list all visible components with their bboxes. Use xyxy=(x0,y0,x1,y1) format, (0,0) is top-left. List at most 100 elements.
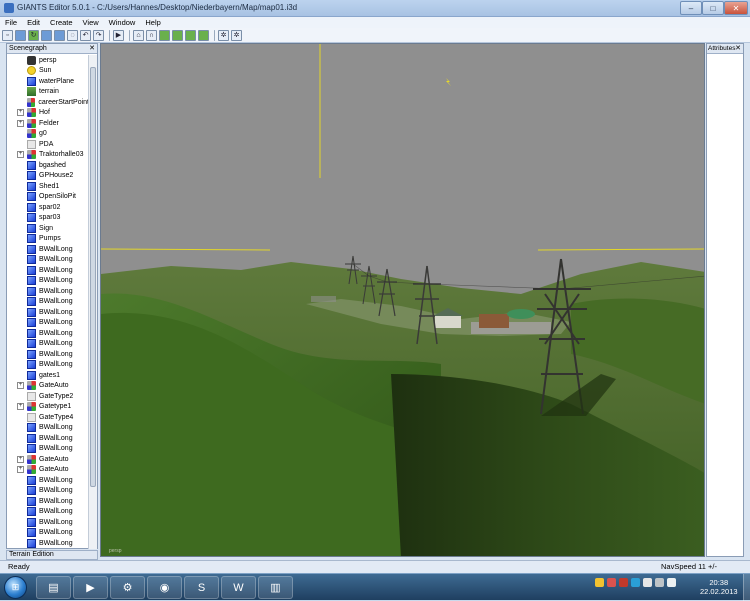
scenegraph-node[interactable]: persp xyxy=(7,55,89,66)
undo-icon[interactable]: ↶ xyxy=(80,29,91,41)
scenegraph-node[interactable]: BWallLong xyxy=(7,297,89,308)
close-button[interactable]: ✕ xyxy=(724,1,748,15)
media-player-icon[interactable]: ▶ xyxy=(73,576,108,599)
terrain-paint-icon[interactable] xyxy=(172,29,183,41)
lasso-icon[interactable]: ◌ xyxy=(67,29,78,41)
scenegraph-node[interactable]: BWallLong xyxy=(7,475,89,486)
select-icon[interactable]: ⌂ xyxy=(133,29,144,41)
maximize-button[interactable]: □ xyxy=(702,1,724,15)
expand-toggle-icon[interactable]: + xyxy=(17,403,24,411)
title-bar[interactable]: GIANTS Editor 5.0.1 - C:/Users/Hannes/De… xyxy=(0,0,750,17)
expand-toggle-icon[interactable]: + xyxy=(17,109,24,117)
volume-icon[interactable] xyxy=(655,578,664,587)
explorer-icon[interactable]: ▤ xyxy=(36,576,71,599)
scenegraph-node[interactable]: BWallLong xyxy=(7,339,89,350)
save-as-icon[interactable] xyxy=(54,29,65,41)
scenegraph-node[interactable]: + Traktorhalle03 xyxy=(7,150,89,161)
scenegraph-node[interactable]: BWallLong xyxy=(7,433,89,444)
new-icon[interactable]: ▫ xyxy=(2,29,13,41)
scenegraph-node[interactable]: bgashed xyxy=(7,160,89,171)
scenegraph-node[interactable]: waterPlane xyxy=(7,76,89,87)
scenegraph-node[interactable]: Sign xyxy=(7,223,89,234)
3d-viewport[interactable]: persp xyxy=(100,43,705,557)
scenegraph-node[interactable]: + Gatetype1 xyxy=(7,402,89,413)
scenegraph-node[interactable]: spar02 xyxy=(7,202,89,213)
save-icon[interactable] xyxy=(41,29,52,41)
scenegraph-node[interactable]: BWallLong xyxy=(7,244,89,255)
scenegraph-node[interactable]: Pumps xyxy=(7,234,89,245)
menu-help[interactable]: Help xyxy=(140,18,165,27)
tray-icon[interactable] xyxy=(643,578,652,587)
menu-file[interactable]: File xyxy=(0,18,22,27)
scenegraph-node[interactable]: GateType2 xyxy=(7,391,89,402)
expand-toggle-icon[interactable]: + xyxy=(17,466,24,474)
show-desktop-button[interactable] xyxy=(743,574,750,601)
menu-window[interactable]: Window xyxy=(104,18,141,27)
scenegraph-scrollbar[interactable] xyxy=(88,55,97,549)
viewport-scene[interactable]: persp xyxy=(101,44,705,557)
scrollbar-thumb[interactable] xyxy=(90,67,96,487)
scenegraph-node[interactable]: BWallLong xyxy=(7,276,89,287)
scenegraph-node[interactable]: BWallLong xyxy=(7,507,89,518)
attributes-close-icon[interactable]: ✕ xyxy=(735,44,741,54)
tray-icon[interactable] xyxy=(607,578,616,587)
expand-toggle-icon[interactable]: + xyxy=(17,455,24,463)
terrain-sculpt-icon[interactable] xyxy=(159,29,170,41)
tray-icon[interactable] xyxy=(619,578,628,587)
scenegraph-node[interactable]: terrain xyxy=(7,87,89,98)
scenegraph-node[interactable]: BWallLong xyxy=(7,517,89,528)
giants-editor-icon[interactable]: ⚙ xyxy=(110,576,145,599)
scenegraph-node[interactable]: OpenSiloPit xyxy=(7,192,89,203)
archive-icon[interactable]: ▥ xyxy=(258,576,293,599)
terrain-edition-panel-header[interactable]: Terrain Edition xyxy=(6,550,98,560)
settings-icon[interactable]: ✲ xyxy=(218,29,229,41)
scenegraph-node[interactable]: gates1 xyxy=(7,370,89,381)
scenegraph-node[interactable]: BWallLong xyxy=(7,255,89,266)
scenegraph-node[interactable]: BWallLong xyxy=(7,328,89,339)
scenegraph-node[interactable]: GPHouse2 xyxy=(7,171,89,182)
scenegraph-node[interactable]: PDA xyxy=(7,139,89,150)
menu-create[interactable]: Create xyxy=(45,18,78,27)
scenegraph-node[interactable]: + GateAuto xyxy=(7,465,89,476)
scenegraph-node[interactable]: + Felder xyxy=(7,118,89,129)
start-button[interactable]: ⊞ xyxy=(4,576,27,599)
scenegraph-node[interactable]: BWallLong xyxy=(7,318,89,329)
magnet-icon[interactable]: ∩ xyxy=(146,29,157,41)
scenegraph-node[interactable]: BWallLong xyxy=(7,538,89,549)
grass-paint-icon[interactable] xyxy=(198,29,209,41)
open-icon[interactable] xyxy=(15,29,26,41)
reload-icon[interactable]: ↻ xyxy=(28,29,39,41)
scenegraph-node[interactable]: BWallLong xyxy=(7,423,89,434)
system-clock[interactable]: 20:38 22.02.2013 xyxy=(700,578,738,596)
settings-alt-icon[interactable]: ✲ xyxy=(231,29,242,41)
scenegraph-node[interactable]: BWallLong xyxy=(7,265,89,276)
foliage-paint-icon[interactable] xyxy=(185,29,196,41)
scenegraph-node[interactable]: BWallLong xyxy=(7,528,89,539)
play-icon[interactable]: ▶ xyxy=(113,29,124,41)
scenegraph-node[interactable]: BWallLong xyxy=(7,496,89,507)
menu-view[interactable]: View xyxy=(78,18,104,27)
scenegraph-node[interactable]: spar03 xyxy=(7,213,89,224)
scenegraph-node[interactable]: BWallLong xyxy=(7,307,89,318)
scenegraph-node[interactable]: BWallLong xyxy=(7,349,89,360)
scenegraph-node[interactable]: BWallLong xyxy=(7,360,89,371)
scenegraph-close-icon[interactable]: ✕ xyxy=(89,44,95,54)
tray-icon[interactable] xyxy=(595,578,604,587)
minimize-button[interactable]: – xyxy=(680,1,702,15)
expand-toggle-icon[interactable]: + xyxy=(17,382,24,390)
scenegraph-node[interactable]: + Hof xyxy=(7,108,89,119)
scenegraph-node[interactable]: GateType4 xyxy=(7,412,89,423)
expand-toggle-icon[interactable]: + xyxy=(17,119,24,127)
tray-icon[interactable] xyxy=(631,578,640,587)
word-icon[interactable]: W xyxy=(221,576,256,599)
scenegraph-node[interactable]: + GateAuto xyxy=(7,381,89,392)
scenegraph-node[interactable]: BWallLong xyxy=(7,286,89,297)
scenegraph-node[interactable]: Sun xyxy=(7,66,89,77)
scenegraph-node[interactable]: + GateAuto xyxy=(7,454,89,465)
network-icon[interactable] xyxy=(667,578,676,587)
scenegraph-node[interactable]: BWallLong xyxy=(7,486,89,497)
scenegraph-node[interactable]: g0 xyxy=(7,129,89,140)
menu-edit[interactable]: Edit xyxy=(22,18,45,27)
skype-icon[interactable]: S xyxy=(184,576,219,599)
redo-icon[interactable]: ↷ xyxy=(93,29,104,41)
